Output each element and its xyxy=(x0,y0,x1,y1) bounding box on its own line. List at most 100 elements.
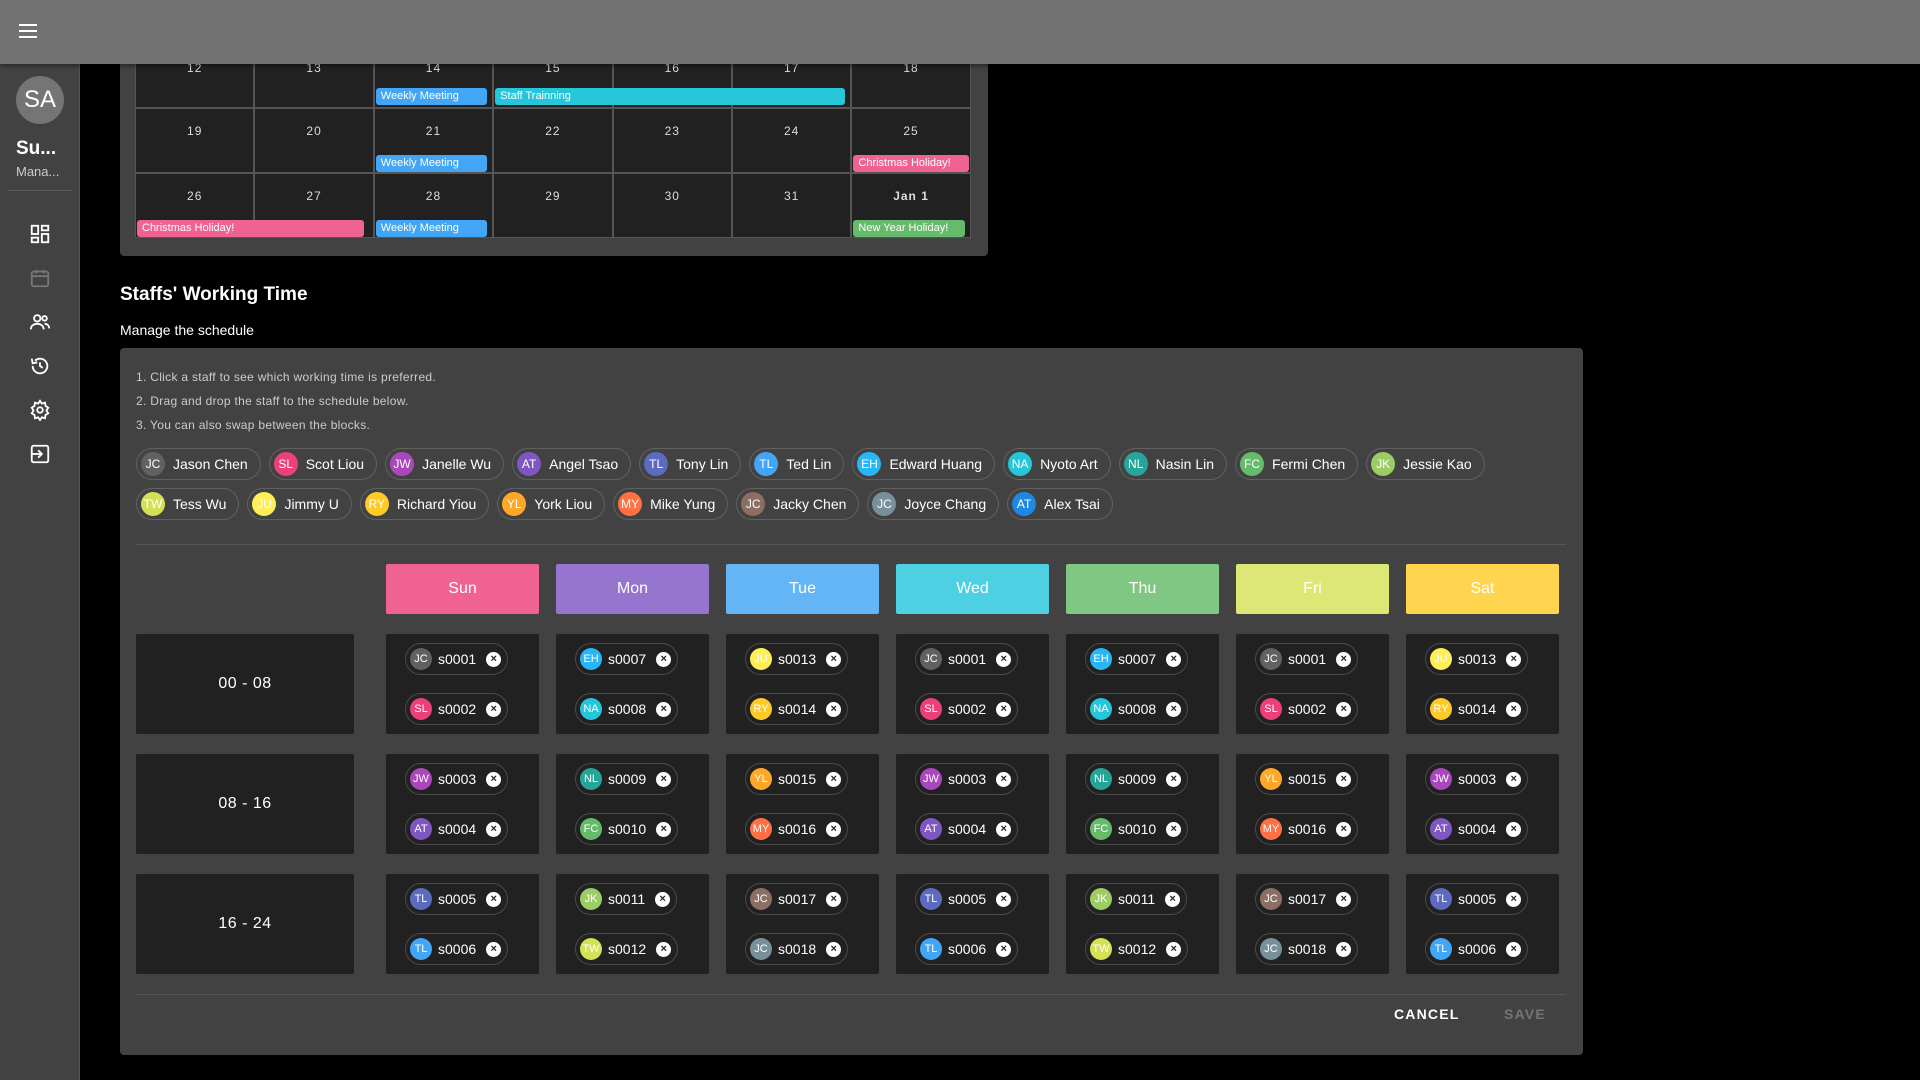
assigned-staff-chip[interactable]: NA s0008 × xyxy=(1085,693,1189,725)
calendar-day-cell[interactable]: 30 xyxy=(612,173,732,238)
schedule-cell[interactable]: JC s0001 × SL s0002 × xyxy=(896,634,1049,734)
assigned-staff-chip[interactable]: EH s0007 × xyxy=(575,643,679,675)
assigned-staff-chip[interactable]: JW s0003 × xyxy=(1425,763,1529,795)
schedule-cell[interactable]: JW s0003 × AT s0004 × xyxy=(1406,754,1559,854)
assigned-staff-chip[interactable]: RY s0014 × xyxy=(1425,693,1529,725)
day-header-mon[interactable]: Mon xyxy=(556,564,709,614)
remove-icon[interactable]: × xyxy=(826,701,842,717)
assigned-staff-chip[interactable]: NL s0009 × xyxy=(1085,763,1189,795)
staff-chip[interactable]: YL York Liou xyxy=(497,488,606,520)
remove-icon[interactable]: × xyxy=(656,771,672,787)
schedule-cell[interactable]: NL s0009 × FC s0010 × xyxy=(1066,754,1219,854)
schedule-cell[interactable]: YL s0015 × MY s0016 × xyxy=(1236,754,1389,854)
remove-icon[interactable]: × xyxy=(486,651,502,667)
day-header-sun[interactable]: Sun xyxy=(386,564,539,614)
assigned-staff-chip[interactable]: SL s0002 × xyxy=(405,693,509,725)
remove-icon[interactable]: × xyxy=(996,821,1012,837)
remove-icon[interactable]: × xyxy=(486,771,502,787)
day-header-wed[interactable]: Wed xyxy=(896,564,1049,614)
remove-icon[interactable]: × xyxy=(996,651,1012,667)
assigned-staff-chip[interactable]: TL s0005 × xyxy=(1425,883,1529,915)
schedule-cell[interactable]: TL s0005 × TL s0006 × xyxy=(896,874,1049,974)
remove-icon[interactable]: × xyxy=(826,821,842,837)
assigned-staff-chip[interactable]: TW s0012 × xyxy=(575,933,679,965)
schedule-cell[interactable]: JK s0011 × TW s0012 × xyxy=(1066,874,1219,974)
assigned-staff-chip[interactable]: JC s0001 × xyxy=(915,643,1019,675)
remove-icon[interactable]: × xyxy=(996,701,1012,717)
remove-icon[interactable]: × xyxy=(1166,821,1182,837)
assigned-staff-chip[interactable]: TL s0005 × xyxy=(405,883,509,915)
assigned-staff-chip[interactable]: JU s0013 × xyxy=(1425,643,1529,675)
remove-icon[interactable]: × xyxy=(1165,891,1181,907)
staff-chip[interactable]: NL Nasin Lin xyxy=(1118,448,1228,480)
staff-chip[interactable]: MY Mike Yung xyxy=(613,488,729,520)
staff-chip[interactable]: EH Edward Huang xyxy=(852,448,996,480)
schedule-cell[interactable]: TL s0005 × TL s0006 × xyxy=(1406,874,1559,974)
remove-icon[interactable]: × xyxy=(1506,701,1522,717)
assigned-staff-chip[interactable]: MY s0016 × xyxy=(1255,813,1359,845)
remove-icon[interactable]: × xyxy=(1506,891,1522,907)
day-header-thu[interactable]: Thu xyxy=(1066,564,1219,614)
staff-chip[interactable]: TW Tess Wu xyxy=(136,488,240,520)
remove-icon[interactable]: × xyxy=(1506,771,1522,787)
assigned-staff-chip[interactable]: SL s0002 × xyxy=(1255,693,1359,725)
assigned-staff-chip[interactable]: JC s0001 × xyxy=(405,643,509,675)
calendar-day-cell[interactable]: 19 xyxy=(135,108,255,173)
assigned-staff-chip[interactable]: JW s0003 × xyxy=(915,763,1019,795)
assigned-staff-chip[interactable]: JK s0011 × xyxy=(575,883,678,915)
logout-icon[interactable] xyxy=(28,442,52,466)
schedule-cell[interactable]: JC s0017 × JC s0018 × xyxy=(1236,874,1389,974)
remove-icon[interactable]: × xyxy=(996,771,1012,787)
schedule-cell[interactable]: NL s0009 × FC s0010 × xyxy=(556,754,709,854)
calendar-event[interactable]: New Year Holiday! xyxy=(853,220,965,237)
calendar-day-cell[interactable]: 20 xyxy=(254,108,374,173)
staff-chip[interactable]: SL Scot Liou xyxy=(268,448,378,480)
assigned-staff-chip[interactable]: YL s0015 × xyxy=(1255,763,1359,795)
remove-icon[interactable]: × xyxy=(1336,771,1352,787)
remove-icon[interactable]: × xyxy=(1336,891,1352,907)
calendar-event[interactable]: Christmas Holiday! xyxy=(137,220,364,237)
day-header-fri[interactable]: Fri xyxy=(1236,564,1389,614)
save-button[interactable]: SAVE xyxy=(1504,1006,1546,1022)
remove-icon[interactable]: × xyxy=(1336,701,1352,717)
assigned-staff-chip[interactable]: TW s0012 × xyxy=(1085,933,1189,965)
calendar-event[interactable]: Weekly Meeting xyxy=(375,88,488,105)
assigned-staff-chip[interactable]: YL s0015 × xyxy=(745,763,849,795)
remove-icon[interactable]: × xyxy=(1336,821,1352,837)
assigned-staff-chip[interactable]: RY s0014 × xyxy=(745,693,849,725)
assigned-staff-chip[interactable]: TL s0006 × xyxy=(1425,933,1529,965)
assigned-staff-chip[interactable]: TL s0006 × xyxy=(405,933,509,965)
schedule-cell[interactable]: JC s0001 × SL s0002 × xyxy=(386,634,539,734)
remove-icon[interactable]: × xyxy=(826,941,842,957)
assigned-staff-chip[interactable]: JC s0017 × xyxy=(745,883,849,915)
schedule-cell[interactable]: TL s0005 × TL s0006 × xyxy=(386,874,539,974)
assigned-staff-chip[interactable]: NA s0008 × xyxy=(575,693,679,725)
assigned-staff-chip[interactable]: JC s0017 × xyxy=(1255,883,1359,915)
staff-chip[interactable]: FC Fermi Chen xyxy=(1235,448,1359,480)
cancel-button[interactable]: CANCEL xyxy=(1394,1006,1460,1022)
remove-icon[interactable]: × xyxy=(486,701,502,717)
history-icon[interactable] xyxy=(28,354,52,378)
remove-icon[interactable]: × xyxy=(656,651,672,667)
assigned-staff-chip[interactable]: FC s0010 × xyxy=(1085,813,1189,845)
remove-icon[interactable]: × xyxy=(656,941,672,957)
remove-icon[interactable]: × xyxy=(826,651,842,667)
schedule-cell[interactable]: EH s0007 × NA s0008 × xyxy=(1066,634,1219,734)
assigned-staff-chip[interactable]: AT s0004 × xyxy=(405,813,509,845)
remove-icon[interactable]: × xyxy=(1336,651,1352,667)
calendar-day-cell[interactable]: 24 xyxy=(731,108,852,173)
remove-icon[interactable]: × xyxy=(486,941,502,957)
staff-chip[interactable]: TL Ted Lin xyxy=(749,448,845,480)
remove-icon[interactable]: × xyxy=(486,891,502,907)
remove-icon[interactable]: × xyxy=(656,701,672,717)
schedule-cell[interactable]: JC s0017 × JC s0018 × xyxy=(726,874,879,974)
remove-icon[interactable]: × xyxy=(656,821,672,837)
staff-chip[interactable]: JU Jimmy U xyxy=(247,488,352,520)
assigned-staff-chip[interactable]: JU s0013 × xyxy=(745,643,849,675)
staff-chip[interactable]: JC Jason Chen xyxy=(136,448,261,480)
remove-icon[interactable]: × xyxy=(826,891,842,907)
remove-icon[interactable]: × xyxy=(996,891,1012,907)
assigned-staff-chip[interactable]: SL s0002 × xyxy=(915,693,1019,725)
avatar[interactable]: SA xyxy=(16,76,64,124)
calendar-event[interactable]: Weekly Meeting xyxy=(375,155,488,172)
